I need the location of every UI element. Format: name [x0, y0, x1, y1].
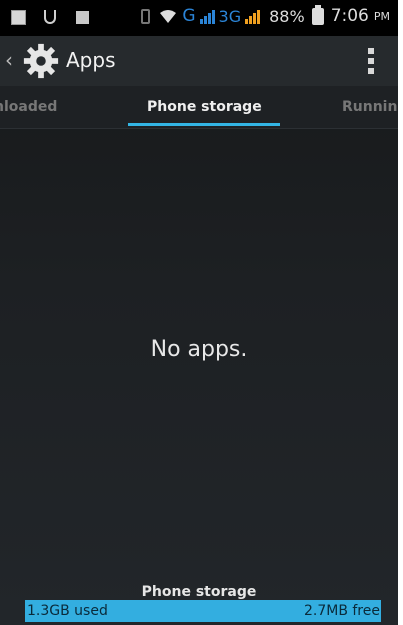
status-bar: G 3G 88% 7:06 PM	[0, 0, 398, 36]
tab-downloaded[interactable]: nloaded	[0, 99, 57, 115]
signal-3g-label: 3G	[218, 6, 242, 26]
storage-bar: 1.3GB used 2.7MB free	[25, 600, 381, 622]
storage-label: Phone storage	[141, 584, 257, 600]
square-icon	[74, 9, 90, 25]
storage-free: 2.7MB free	[303, 603, 380, 619]
storage-used: 1.3GB used	[27, 603, 108, 619]
tab-indicator	[128, 123, 280, 126]
gear-icon[interactable]	[22, 42, 60, 80]
status-left-icons	[10, 9, 90, 25]
action-bar: ‹ Apps	[0, 36, 398, 86]
signal-g-icon	[199, 8, 215, 24]
battery-percent: 88%	[269, 6, 305, 26]
clock-time: 7:06	[330, 6, 369, 26]
status-right-icons: G 3G 88% 7:06 PM	[141, 4, 390, 26]
page-title: Apps	[66, 48, 116, 72]
tab-running[interactable]: Running	[342, 99, 398, 115]
tab-bar: nloaded Phone storage Running	[0, 86, 398, 129]
notification-icon	[10, 9, 26, 25]
vibrate-icon	[141, 8, 151, 24]
phone-screen: G 3G 88% 7:06 PM ‹ Apps nloaded Phone st…	[0, 0, 398, 625]
tab-phone-storage[interactable]: Phone storage	[147, 99, 262, 115]
signal-g-label: G	[182, 6, 196, 26]
usb-icon	[42, 9, 58, 25]
wifi-icon	[160, 10, 177, 23]
empty-message: No apps.	[150, 337, 248, 362]
battery-icon	[311, 4, 324, 25]
signal-3g-icon	[245, 8, 261, 24]
clock-ampm: PM	[373, 9, 390, 23]
overflow-menu-icon[interactable]	[368, 48, 376, 74]
